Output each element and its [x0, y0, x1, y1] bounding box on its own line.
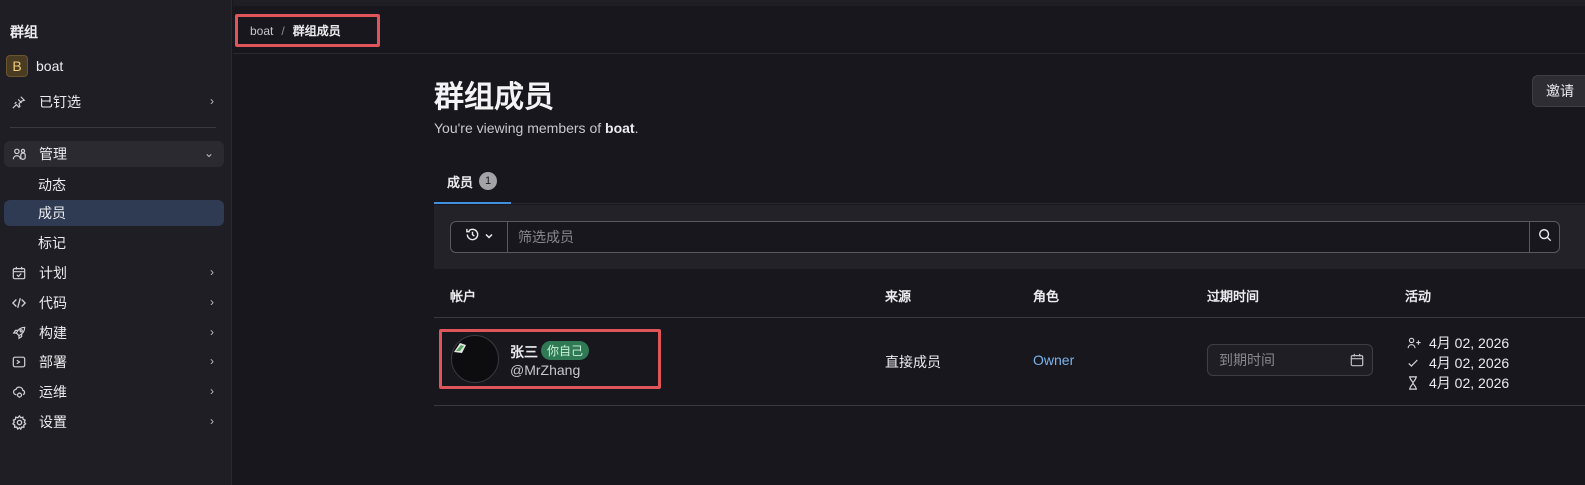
tab-label: 成员: [447, 174, 474, 190]
chevron-right-icon: ›: [210, 295, 214, 309]
breadcrumb-root-link[interactable]: boat: [250, 24, 273, 38]
members-table: 帐户 来源 角色 过期时间 活动 张三 你自己 @MrZhang 直接成员 Ow…: [434, 269, 1585, 406]
avatar[interactable]: [451, 335, 499, 383]
sidebar-subitem-members[interactable]: 成员: [4, 200, 224, 226]
code-icon: [10, 294, 28, 312]
activity-cell: 4月 02, 2026 4月 02, 2026 4月 02, 2026: [1407, 333, 1509, 393]
sidebar-item-manage[interactable]: 管理 ⌄: [4, 141, 224, 167]
search-button[interactable]: [1529, 222, 1559, 252]
search-icon: [1538, 228, 1552, 247]
column-header-activity: 活动: [1405, 289, 1432, 304]
chevron-right-icon: ›: [210, 354, 214, 368]
breadcrumb-separator: /: [281, 23, 285, 38]
user-display-name[interactable]: 张三: [510, 342, 538, 362]
access-granted-line: 4月 02, 2026: [1407, 333, 1509, 353]
table-header: 帐户 来源 角色 过期时间 活动: [434, 269, 1585, 318]
sidebar-item-label: 计划: [39, 265, 67, 281]
membership-source: 直接成员: [885, 354, 941, 370]
column-header-source: 来源: [885, 289, 912, 304]
chevron-right-icon: ›: [210, 325, 214, 339]
sidebar-group-link[interactable]: B boat: [6, 54, 224, 78]
group-avatar: B: [6, 55, 28, 77]
search-history-dropdown[interactable]: [451, 222, 508, 252]
sidebar-item-label: 设置: [39, 414, 67, 430]
table-row: 张三 你自己 @MrZhang 直接成员 Owner 到期时间 4月 02, 2…: [434, 318, 1585, 406]
subtitle-suffix: .: [634, 120, 639, 136]
last-activity-date: 4月 02, 2026: [1429, 375, 1510, 391]
sidebar-item-label: 部署: [39, 354, 67, 370]
top-bar: boat / 群组成员: [233, 6, 1585, 54]
sidebar-header: 群组: [10, 24, 38, 40]
expiration-date-picker[interactable]: 到期时间: [1207, 344, 1373, 376]
sidebar-item-deploy[interactable]: 部署 ›: [4, 349, 224, 375]
users-icon: [10, 145, 28, 163]
sidebar-item-build[interactable]: 构建 ›: [4, 320, 224, 346]
cloud-monitor-icon: [10, 383, 28, 401]
breadcrumb: boat / 群组成员: [235, 14, 380, 47]
subtitle-text: You're viewing members of: [434, 120, 606, 136]
account-cell: 张三 你自己 @MrZhang: [439, 329, 661, 389]
user-handle: @MrZhang: [510, 362, 581, 378]
sidebar-item-label: 构建: [39, 325, 67, 341]
sidebar-item-pinned[interactable]: 已钉选 ›: [4, 89, 224, 115]
filter-bar: [434, 205, 1585, 269]
chevron-right-icon: ›: [210, 94, 214, 108]
column-header-role: 角色: [1033, 289, 1060, 304]
column-header-expiration: 过期时间: [1207, 289, 1260, 304]
history-icon: [465, 227, 480, 247]
breadcrumb-current[interactable]: 群组成员: [293, 22, 341, 39]
access-granted-date: 4月 02, 2026: [1429, 335, 1510, 351]
sidebar: 群组 B boat 已钉选 › 管理 ⌄ 动态 成员 标记 计划 › 代码 › …: [0, 0, 232, 485]
last-activity-line: 4月 02, 2026: [1407, 373, 1509, 393]
pin-icon: [10, 93, 28, 111]
calendar-icon: [10, 264, 28, 282]
sidebar-item-label: 运维: [39, 384, 67, 400]
chevron-right-icon: ›: [210, 384, 214, 398]
chevron-down-icon: [484, 228, 494, 246]
sidebar-item-label: 已钉选: [39, 94, 81, 110]
tab-count-badge: 1: [479, 172, 498, 190]
column-header-account: 帐户: [450, 289, 477, 304]
group-name: boat: [36, 58, 64, 74]
role-link[interactable]: Owner: [1033, 352, 1074, 368]
check-icon: [1407, 357, 1429, 369]
expiration-placeholder: 到期时间: [1219, 352, 1275, 368]
its-you-badge: 你自己: [541, 341, 590, 360]
sidebar-item-settings[interactable]: 设置 ›: [4, 409, 224, 435]
deploy-icon: [10, 353, 28, 371]
tab-bar: 成员 1: [434, 160, 1585, 204]
sidebar-item-plan[interactable]: 计划 ›: [4, 260, 224, 286]
sidebar-item-label: 管理: [39, 146, 67, 162]
chevron-right-icon: ›: [210, 265, 214, 279]
user-created-date: 4月 02, 2026: [1429, 355, 1510, 371]
hourglass-icon: [1407, 376, 1429, 390]
chevron-right-icon: ›: [210, 414, 214, 428]
app-window: 群组 B boat 已钉选 › 管理 ⌄ 动态 成员 标记 计划 › 代码 › …: [0, 0, 1585, 485]
user-add-icon: [1407, 337, 1429, 349]
calendar-icon: [1350, 353, 1364, 370]
sidebar-item-code[interactable]: 代码 ›: [4, 290, 224, 316]
user-created-line: 4月 02, 2026: [1407, 353, 1509, 373]
filter-members-input[interactable]: [508, 222, 1529, 252]
tab-members[interactable]: 成员 1: [434, 160, 511, 204]
sidebar-divider: [10, 127, 216, 128]
invite-members-button[interactable]: 邀请: [1532, 75, 1585, 107]
filter-box: [450, 221, 1560, 253]
chevron-down-icon: ⌄: [203, 146, 214, 160]
sidebar-subitem-activity[interactable]: 动态: [4, 172, 224, 198]
page-title: 群组成员: [434, 81, 554, 114]
sidebar-item-label: 代码: [39, 295, 67, 311]
page-subtitle: You're viewing members of boat.: [434, 120, 638, 136]
sidebar-item-operate[interactable]: 运维 ›: [4, 379, 224, 405]
sidebar-subitem-labels[interactable]: 标记: [4, 230, 224, 256]
gear-icon: [10, 413, 28, 431]
rocket-icon: [10, 324, 28, 342]
subtitle-group-name: boat: [605, 120, 635, 136]
